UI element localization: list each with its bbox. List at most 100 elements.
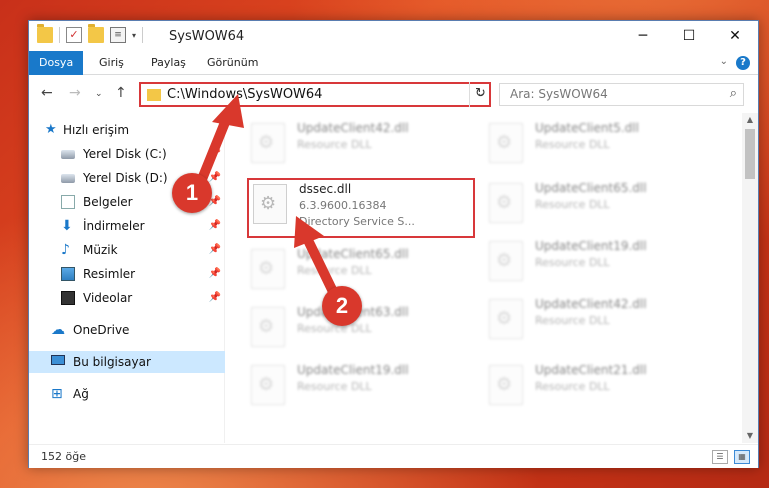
item-count: 152 öğe xyxy=(41,450,86,463)
folder-icon xyxy=(147,89,161,101)
new-folder-icon[interactable] xyxy=(88,24,104,43)
pin-icon[interactable]: 📌 xyxy=(209,215,221,237)
ribbon-tabs: Dosya Giriş Paylaş Görünüm ⌄ ? xyxy=(29,51,758,75)
document-icon xyxy=(61,195,75,209)
title-bar: ✓ ≡ ▾ SysWOW64 ─ ☐ ✕ xyxy=(29,21,758,51)
sidebar-item-local-disk-c[interactable]: Yerel Disk (C:) 📌 xyxy=(29,143,225,165)
file-list: UpdateClient42.dll Resource DLL dssec.dl… xyxy=(229,113,741,443)
file-item[interactable]: UpdateClient65.dll Resource DLL xyxy=(247,245,467,293)
help-icon[interactable]: ? xyxy=(736,56,750,70)
sidebar-item-pictures[interactable]: Resimler 📌 xyxy=(29,263,225,285)
up-arrow-icon[interactable]: ↑ xyxy=(115,85,127,101)
sidebar-item-label: Hızlı erişim xyxy=(63,123,130,137)
file-name: UpdateClient65.dll xyxy=(297,247,409,261)
view-toggle: ☰ ▦ xyxy=(712,450,750,464)
file-name: UpdateClient21.dll xyxy=(535,363,647,377)
star-icon: ★ xyxy=(45,122,57,137)
details-view-icon[interactable]: ☰ xyxy=(712,450,728,464)
sidebar-item-videos[interactable]: Videolar 📌 xyxy=(29,287,225,309)
file-item[interactable]: UpdateClient42.dll Resource DLL xyxy=(247,119,467,167)
file-description: Resource DLL xyxy=(297,380,372,393)
search-icon[interactable]: ⌕ xyxy=(730,86,737,101)
file-item[interactable]: UpdateClient19.dll Resource DLL xyxy=(485,237,705,285)
pin-icon[interactable]: 📌 xyxy=(209,143,221,165)
scroll-down-icon[interactable]: ▼ xyxy=(742,429,758,443)
file-item[interactable]: UpdateClient65.dll Resource DLL xyxy=(485,179,705,227)
file-name: dssec.dll xyxy=(299,182,352,196)
pin-icon[interactable]: 📌 xyxy=(209,263,221,285)
step-1-badge: 1 xyxy=(172,173,212,213)
sidebar-item-label: Yerel Disk (D:) xyxy=(83,171,168,185)
file-description: Resource DLL xyxy=(535,198,610,211)
sidebar-item-quick-access[interactable]: ★ Hızlı erişim xyxy=(29,119,225,141)
customize-toolbar-icon[interactable]: ≡ xyxy=(110,27,126,43)
search-placeholder: Ara: SysWOW64 xyxy=(510,87,608,101)
network-icon: ⊞ xyxy=(51,386,63,402)
file-name: UpdateClient42.dll xyxy=(535,297,647,311)
tab-share[interactable]: Paylaş xyxy=(141,51,196,75)
file-description: Resource DLL xyxy=(297,138,372,151)
properties-check-icon[interactable]: ✓ xyxy=(66,27,82,43)
sidebar-item-label: Yerel Disk (C:) xyxy=(83,147,167,161)
search-input[interactable]: Ara: SysWOW64 ⌕ xyxy=(499,83,744,106)
download-icon: ⬇ xyxy=(61,218,73,234)
dll-file-icon xyxy=(489,241,523,281)
refresh-button[interactable]: ↻ xyxy=(469,82,491,107)
file-name: UpdateClient19.dll xyxy=(297,363,409,377)
vertical-scrollbar[interactable]: ▲ ▼ xyxy=(742,113,758,443)
file-item[interactable]: UpdateClient5.dll Resource DLL xyxy=(485,119,705,167)
scrollbar-thumb[interactable] xyxy=(745,129,755,179)
dll-file-icon xyxy=(251,249,285,289)
recent-locations-chevron-icon[interactable]: ⌄ xyxy=(95,89,103,99)
dll-file-icon xyxy=(489,299,523,339)
file-item[interactable]: UpdateClient21.dll Resource DLL xyxy=(485,361,705,409)
tab-file[interactable]: Dosya xyxy=(29,51,84,75)
file-item[interactable]: UpdateClient19.dll Resource DLL xyxy=(247,361,467,409)
dll-file-icon xyxy=(489,183,523,223)
sidebar-item-onedrive[interactable]: ☁ OneDrive xyxy=(29,319,225,341)
sidebar-item-this-pc[interactable]: Bu bilgisayar xyxy=(29,351,225,373)
folder-icon xyxy=(37,24,53,43)
computer-icon xyxy=(51,355,65,365)
forward-arrow-icon[interactable]: → xyxy=(69,85,81,101)
tab-view[interactable]: Görünüm xyxy=(197,51,268,75)
chevron-down-icon[interactable]: ⌄ xyxy=(720,56,728,67)
pin-icon[interactable]: 📌 xyxy=(209,239,221,261)
quick-access-toolbar: ✓ ≡ ▾ xyxy=(37,24,144,43)
tiles-view-icon[interactable]: ▦ xyxy=(734,450,750,464)
file-item[interactable]: UpdateClient42.dll Resource DLL xyxy=(485,295,705,343)
address-bar[interactable]: C:\Windows\SysWOW64 ⌄ xyxy=(139,82,491,107)
file-name: UpdateClient65.dll xyxy=(535,181,647,195)
file-version: 6.3.9600.16384 xyxy=(299,199,387,212)
sidebar-item-music[interactable]: ♪ Müzik 📌 xyxy=(29,239,225,261)
chevron-down-icon[interactable]: ▾ xyxy=(132,31,136,40)
navigation-bar: ← → ⌄ ↑ C:\Windows\SysWOW64 ⌄ ↻ Ara: Sys… xyxy=(29,76,758,112)
maximize-button[interactable]: ☐ xyxy=(666,21,712,51)
sidebar-item-label: İndirmeler xyxy=(83,219,145,233)
address-path[interactable]: C:\Windows\SysWOW64 xyxy=(167,87,322,102)
window-controls: ─ ☐ ✕ xyxy=(620,21,758,51)
divider xyxy=(142,27,144,43)
pictures-icon xyxy=(61,267,75,281)
sidebar-item-label: Videolar xyxy=(83,291,133,305)
file-item-dssec[interactable]: dssec.dll 6.3.9600.16384 Directory Servi… xyxy=(247,178,475,238)
tab-home[interactable]: Giriş xyxy=(89,51,134,75)
file-name: UpdateClient42.dll xyxy=(297,121,409,135)
back-arrow-icon[interactable]: ← xyxy=(41,85,53,101)
scroll-up-icon[interactable]: ▲ xyxy=(742,113,758,127)
sidebar-item-downloads[interactable]: ⬇ İndirmeler 📌 xyxy=(29,215,225,237)
pin-icon[interactable]: 📌 xyxy=(209,287,221,309)
sidebar-item-network[interactable]: ⊞ Ağ xyxy=(29,383,225,405)
dll-file-icon xyxy=(251,307,285,347)
dll-file-icon xyxy=(489,365,523,405)
file-description: Resource DLL xyxy=(297,264,372,277)
file-explorer-window: ✓ ≡ ▾ SysWOW64 ─ ☐ ✕ Dosya Giriş Paylaş … xyxy=(28,20,759,468)
divider xyxy=(59,27,60,43)
sidebar-item-label: Resimler xyxy=(83,267,136,281)
close-button[interactable]: ✕ xyxy=(712,21,758,51)
step-2-badge: 2 xyxy=(322,286,362,326)
file-name: UpdateClient5.dll xyxy=(535,121,639,135)
sidebar-item-label: Belgeler xyxy=(83,195,133,209)
dll-file-icon xyxy=(489,123,523,163)
minimize-button[interactable]: ─ xyxy=(620,21,666,51)
